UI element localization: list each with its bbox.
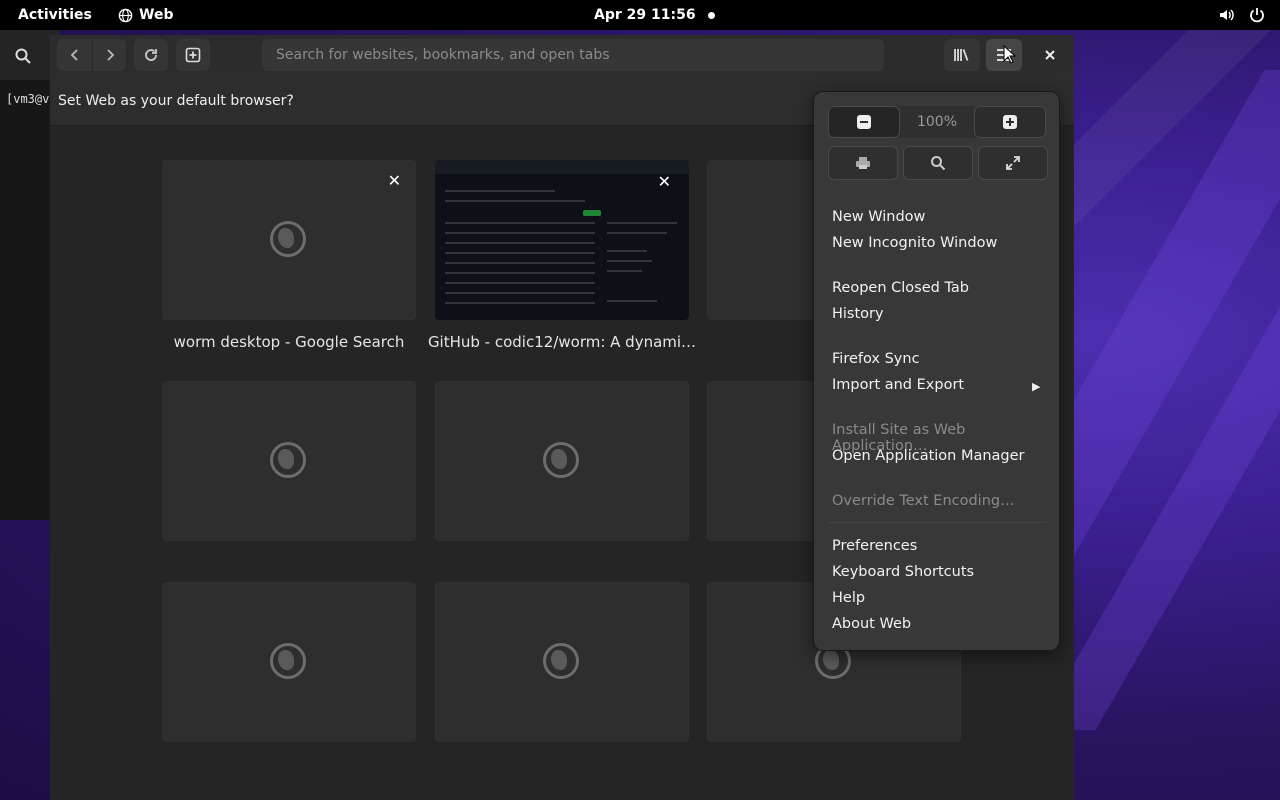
activities-button[interactable]: Activities [18,7,92,23]
reload-button[interactable] [134,39,168,71]
thumbnail-header [435,160,689,174]
app-menu[interactable]: Web [118,7,173,23]
github-thumbnail [435,160,689,320]
search-icon [931,156,946,171]
fullscreen-icon [1006,156,1020,170]
zoom-level: 100% [916,114,958,130]
menu-history[interactable]: History [832,306,884,322]
empty-tile [162,381,416,541]
library-icon [954,49,969,61]
tile-title: GitHub - codic12/worm: A dynami… [427,333,697,351]
menu-help[interactable]: Help [832,590,865,606]
reload-icon [145,49,157,61]
find-button[interactable] [903,146,973,180]
globe-placeholder-icon [270,442,306,478]
menu-reopen-closed-tab[interactable]: Reopen Closed Tab [832,280,969,296]
terminal-prompt: [vm3@v [6,92,50,106]
zoom-in-button[interactable] [974,106,1046,138]
infobar-message: Set Web as your default browser? [58,93,294,109]
plus-icon [1003,115,1017,129]
back-button[interactable] [57,39,92,71]
most-visited-tile[interactable]: ✕ [435,160,689,320]
bookmarks-button[interactable] [944,39,980,71]
volume-icon [1220,9,1234,21]
notification-dot [708,12,715,19]
app-name: Web [139,7,174,23]
power-icon [1250,8,1264,23]
menu-new-window[interactable]: New Window [832,209,925,225]
mouse-pointer-icon [1003,45,1017,64]
system-menu[interactable] [1218,6,1266,24]
fullscreen-button[interactable] [978,146,1048,180]
menu-keyboard-shortcuts[interactable]: Keyboard Shortcuts [832,564,974,580]
new-tab-button[interactable] [176,39,210,71]
print-button[interactable] [828,146,898,180]
menu-open-application-manager[interactable]: Open Application Manager [832,448,1025,464]
menu-new-incognito-window[interactable]: New Incognito Window [832,235,997,251]
menu-import-export[interactable]: Import and Export [832,377,964,393]
globe-placeholder-icon [543,643,579,679]
menu-separator [828,522,1046,523]
forward-button[interactable] [92,39,126,71]
empty-tile [162,582,416,742]
tile-title: worm desktop - Google Search [173,333,405,351]
search-icon[interactable] [14,47,32,65]
menu-firefox-sync[interactable]: Firefox Sync [832,351,920,367]
printer-icon [856,157,870,169]
minus-icon [857,115,871,129]
chevron-left-icon [70,49,78,61]
most-visited-tile[interactable]: ✕ [162,160,416,320]
gnome-top-bar: Activities Web Apr 29 11:56 [0,0,1280,30]
close-icon [1045,50,1055,60]
browser-headerbar: Search for websites, bookmarks, and open… [50,35,1074,75]
clock[interactable]: Apr 29 11:56 [594,7,696,23]
menu-override-text-encoding: Override Text Encoding… [832,493,1015,509]
zoom-controls: 100% [828,106,1046,138]
close-icon[interactable]: ✕ [388,171,401,190]
close-icon[interactable]: ✕ [658,172,671,191]
menu-preferences[interactable]: Preferences [832,538,917,554]
page-actions [828,146,1048,180]
globe-placeholder-icon [270,221,306,257]
globe-placeholder-icon [270,643,306,679]
chevron-right-icon [106,49,114,61]
menu-about-web[interactable]: About Web [832,616,911,632]
empty-tile [435,381,689,541]
globe-icon [118,8,133,22]
new-tab-icon [185,47,201,63]
globe-placeholder-icon [543,442,579,478]
address-bar[interactable]: Search for websites, bookmarks, and open… [262,39,884,71]
submenu-arrow-icon: ▶ [1032,380,1041,393]
address-placeholder: Search for websites, bookmarks, and open… [276,47,610,63]
empty-tile [435,582,689,742]
close-window-button[interactable] [1034,39,1066,71]
zoom-out-button[interactable] [828,106,900,138]
main-menu-popover: 100% New Window New Incognito Window Reo… [813,91,1060,651]
